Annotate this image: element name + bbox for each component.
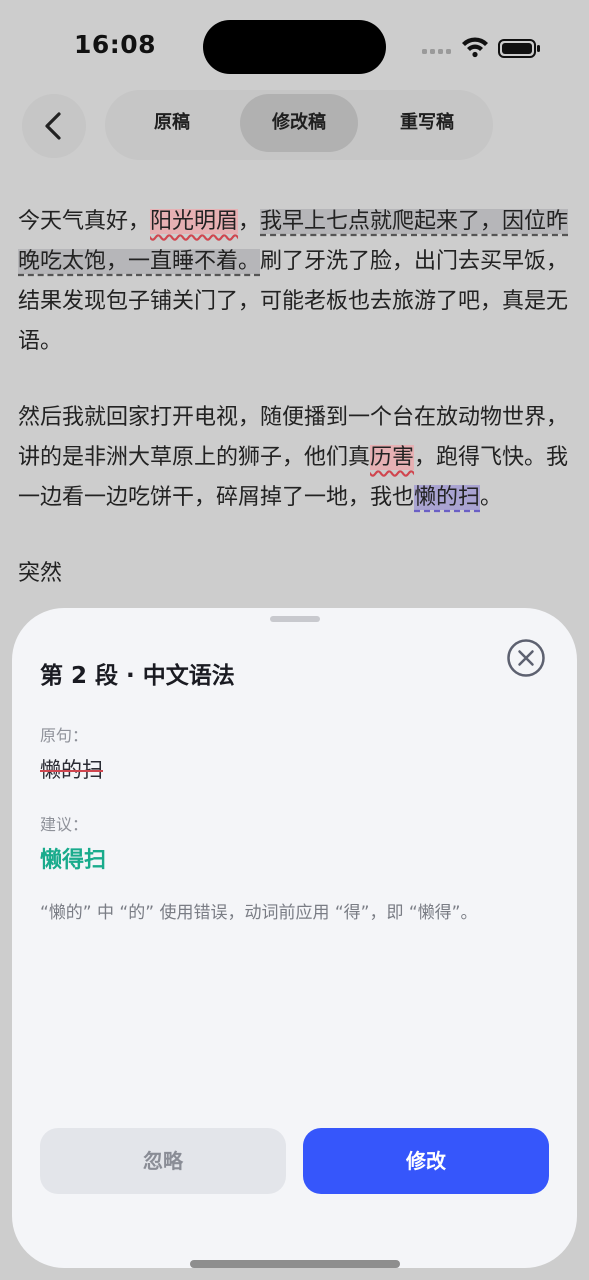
paragraph-2: 然后我就回家打开电视，随便播到一个台在放动物世界，讲的是非洲大草原上的狮子，他们… <box>18 398 573 518</box>
top-navigation: 原稿 修改稿 重写稿 <box>0 86 589 162</box>
text-segment: 。 <box>480 485 503 510</box>
paragraph-1: 今天气真好，阳光明眉，我早上七点就爬起来了，因位昨晚吃太饱，一直睡不着。刷了牙洗… <box>18 202 573 362</box>
apply-fix-button[interactable]: 修改 <box>303 1128 549 1194</box>
original-text: 懒的扫 <box>40 758 103 782</box>
dynamic-island <box>203 20 386 74</box>
suggestion-sheet: 第 2 段 · 中文语法 原句： 懒的扫 建议： 懒得扫 “懒的” 中 “的” … <box>12 608 577 1268</box>
sheet-title: 第 2 段 · 中文语法 <box>40 663 235 689</box>
close-button[interactable] <box>506 638 546 678</box>
tab-rewritten[interactable]: 重写稿 <box>371 94 483 152</box>
home-indicator[interactable] <box>190 1260 400 1268</box>
spelling-error-highlight[interactable]: 阳光明眉 <box>150 209 239 234</box>
suggested-text: 懒得扫 <box>40 848 107 873</box>
tab-original[interactable]: 原稿 <box>117 94 227 152</box>
document-content: 今天气真好，阳光明眉，我早上七点就爬起来了，因位昨晚吃太饱，一直睡不着。刷了牙洗… <box>18 202 573 630</box>
status-icons <box>422 35 542 59</box>
text-segment: 突然 <box>18 561 63 586</box>
suggest-label: 建议： <box>40 815 89 834</box>
battery-icon <box>498 39 540 58</box>
chevron-left-icon <box>45 112 61 140</box>
status-time: 16:08 <box>74 30 157 59</box>
grammar-error-highlight-selected[interactable]: 懒的扫 <box>414 485 481 510</box>
ignore-button[interactable]: 忽略 <box>40 1128 286 1194</box>
original-label: 原句： <box>40 726 89 745</box>
paragraph-3: 突然 <box>18 554 573 594</box>
text-segment: ， <box>238 209 261 234</box>
status-bar: 16:08 <box>0 0 589 80</box>
spelling-error-highlight[interactable]: 历害 <box>370 445 415 470</box>
tab-revised[interactable]: 修改稿 <box>240 94 358 152</box>
cellular-signal-icon <box>422 49 451 54</box>
wifi-icon <box>462 37 488 58</box>
close-icon <box>507 639 545 677</box>
sheet-grabber[interactable] <box>270 616 320 622</box>
explanation-text: “懒的” 中 “的” 使用错误，动词前应用 “得”，即 “懒得”。 <box>40 903 478 923</box>
text-segment: 今天气真好， <box>18 209 151 234</box>
draft-segmented-control: 原稿 修改稿 重写稿 <box>105 90 493 160</box>
back-button[interactable] <box>22 94 86 158</box>
